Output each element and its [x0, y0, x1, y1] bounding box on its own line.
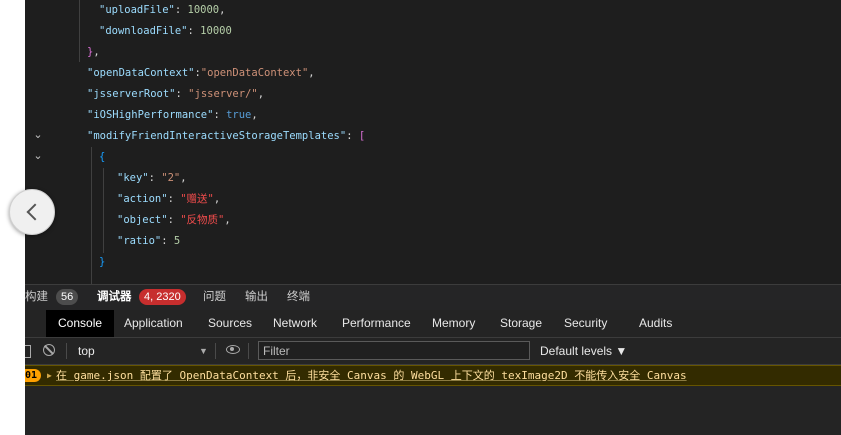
back-button[interactable] [9, 189, 55, 235]
log-levels-dropdown[interactable]: Default levels ▼ [540, 338, 627, 364]
toolbar-divider [66, 343, 67, 359]
code-line: "openDataContext":"openDataContext", [87, 67, 315, 79]
repeat-count-badge: 01 [25, 369, 42, 382]
code-editor[interactable]: ⌄ ⌄ "uploadFile": 10000, "downloadFile":… [25, 0, 841, 284]
code-line: "object": "反物质", [117, 214, 231, 226]
code-line: "iOSHighPerformance": true, [87, 109, 258, 121]
code-line: "action": "赠送", [117, 193, 221, 205]
code-line: "jsserverRoot": "jsserver/", [87, 88, 265, 100]
toolbar-divider [248, 343, 249, 359]
tab-console[interactable]: Console [46, 310, 115, 337]
ide-window: ⌄ ⌄ "uploadFile": 10000, "downloadFile":… [25, 0, 841, 435]
devtools-tab-bar: ᴙ Console Application Sources Network Pe… [25, 310, 841, 338]
build-count-badge: 56 [56, 289, 79, 305]
tab-audits[interactable]: Audits [627, 310, 684, 337]
context-select[interactable]: top [78, 338, 95, 364]
eye-icon[interactable] [226, 345, 240, 354]
tab-output[interactable]: 输出 [245, 285, 268, 310]
tab-terminal[interactable]: 终端 [287, 285, 310, 310]
code-line: "uploadFile": 10000, [99, 4, 226, 16]
block-icon[interactable] [43, 344, 55, 356]
chevron-left-icon [26, 203, 44, 221]
tab-sources[interactable]: Sources [196, 310, 264, 337]
tab-memory[interactable]: Memory [420, 310, 487, 337]
code-line: "modifyFriendInteractiveStorageTemplates… [87, 130, 366, 142]
tab-network[interactable]: Network [261, 310, 329, 337]
tab-application[interactable]: Application [112, 310, 195, 337]
code-area[interactable]: "uploadFile": 10000, "downloadFile": 100… [51, 0, 841, 284]
code-line: } [99, 256, 106, 268]
code-line: "downloadFile": 10000 [99, 25, 232, 37]
panel-tab-bar: 构建 56 调试器 4, 2320 问题 输出 终端 [25, 284, 841, 310]
code-line: { [99, 151, 106, 163]
debugger-count-badge: 4, 2320 [139, 289, 186, 305]
code-line: "ratio": 5 [117, 235, 181, 247]
tab-problems[interactable]: 问题 [203, 285, 226, 310]
chevron-down-icon[interactable]: ⌄ [31, 149, 45, 163]
code-line: "key": "2", [117, 172, 187, 184]
tab-storage[interactable]: Storage [488, 310, 554, 337]
console-message-text: 在 game.json 配置了 OpenDataContext 后，非安全 Ca… [56, 369, 687, 382]
toolbar-divider [215, 343, 216, 359]
tab-security[interactable]: Security [552, 310, 619, 337]
chevron-down-icon[interactable]: ▼ [199, 338, 208, 364]
chevron-down-icon[interactable]: ⌄ [31, 128, 45, 142]
tab-debugger[interactable]: 调试器 [97, 285, 132, 310]
expand-arrow-icon[interactable]: ▶ [47, 366, 52, 385]
tab-performance[interactable]: Performance [330, 310, 423, 337]
code-line: }, [87, 46, 100, 58]
console-toolbar: top ▼ Filter Default levels ▼ [25, 338, 841, 365]
console-warning-row[interactable]: 01 ▶ 在 game.json 配置了 OpenDataContext 后，非… [25, 365, 841, 386]
console-output: 01 ▶ 在 game.json 配置了 OpenDataContext 后，非… [25, 365, 841, 435]
tab-build[interactable]: 构建 [25, 285, 48, 310]
editor-gutter: ⌄ ⌄ [25, 0, 51, 284]
filter-input[interactable]: Filter [258, 341, 530, 360]
clear-console-icon[interactable] [25, 345, 31, 358]
